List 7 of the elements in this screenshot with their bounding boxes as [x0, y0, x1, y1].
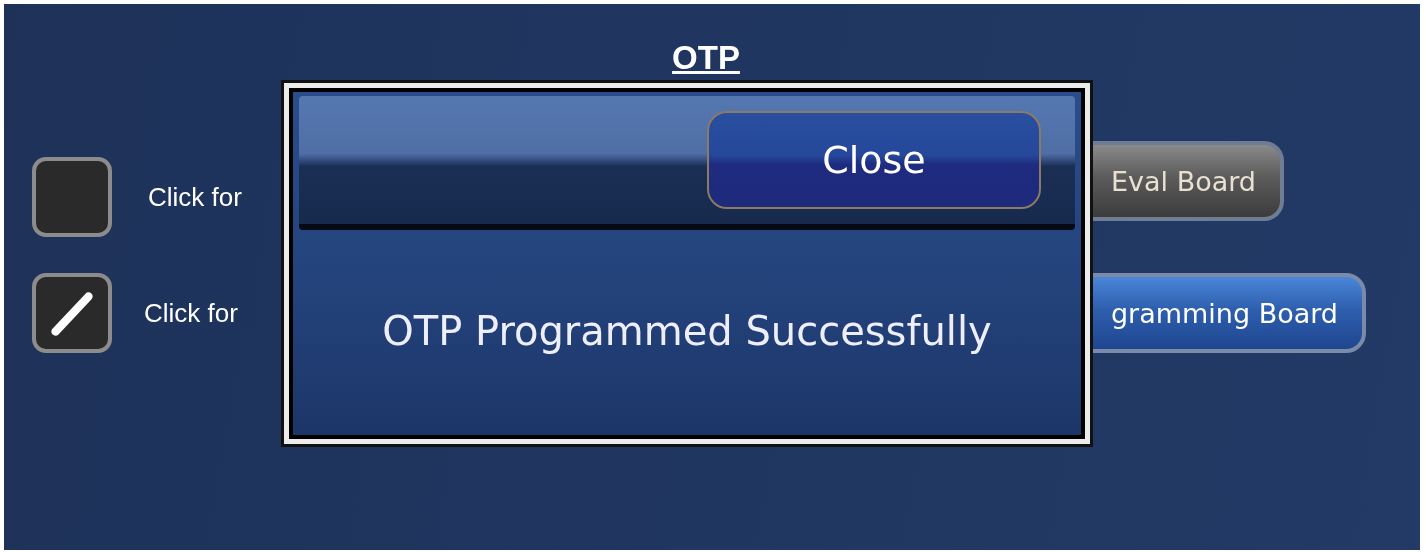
checkbox[interactable] — [32, 273, 112, 353]
option-label: Click for — [148, 181, 242, 213]
close-button[interactable]: Close — [707, 111, 1041, 209]
option-label: Click for — [144, 297, 238, 329]
dialog-message: OTP Programmed Successfully — [382, 306, 992, 356]
checkbox[interactable] — [32, 157, 112, 237]
page-title: OTP — [672, 38, 740, 78]
